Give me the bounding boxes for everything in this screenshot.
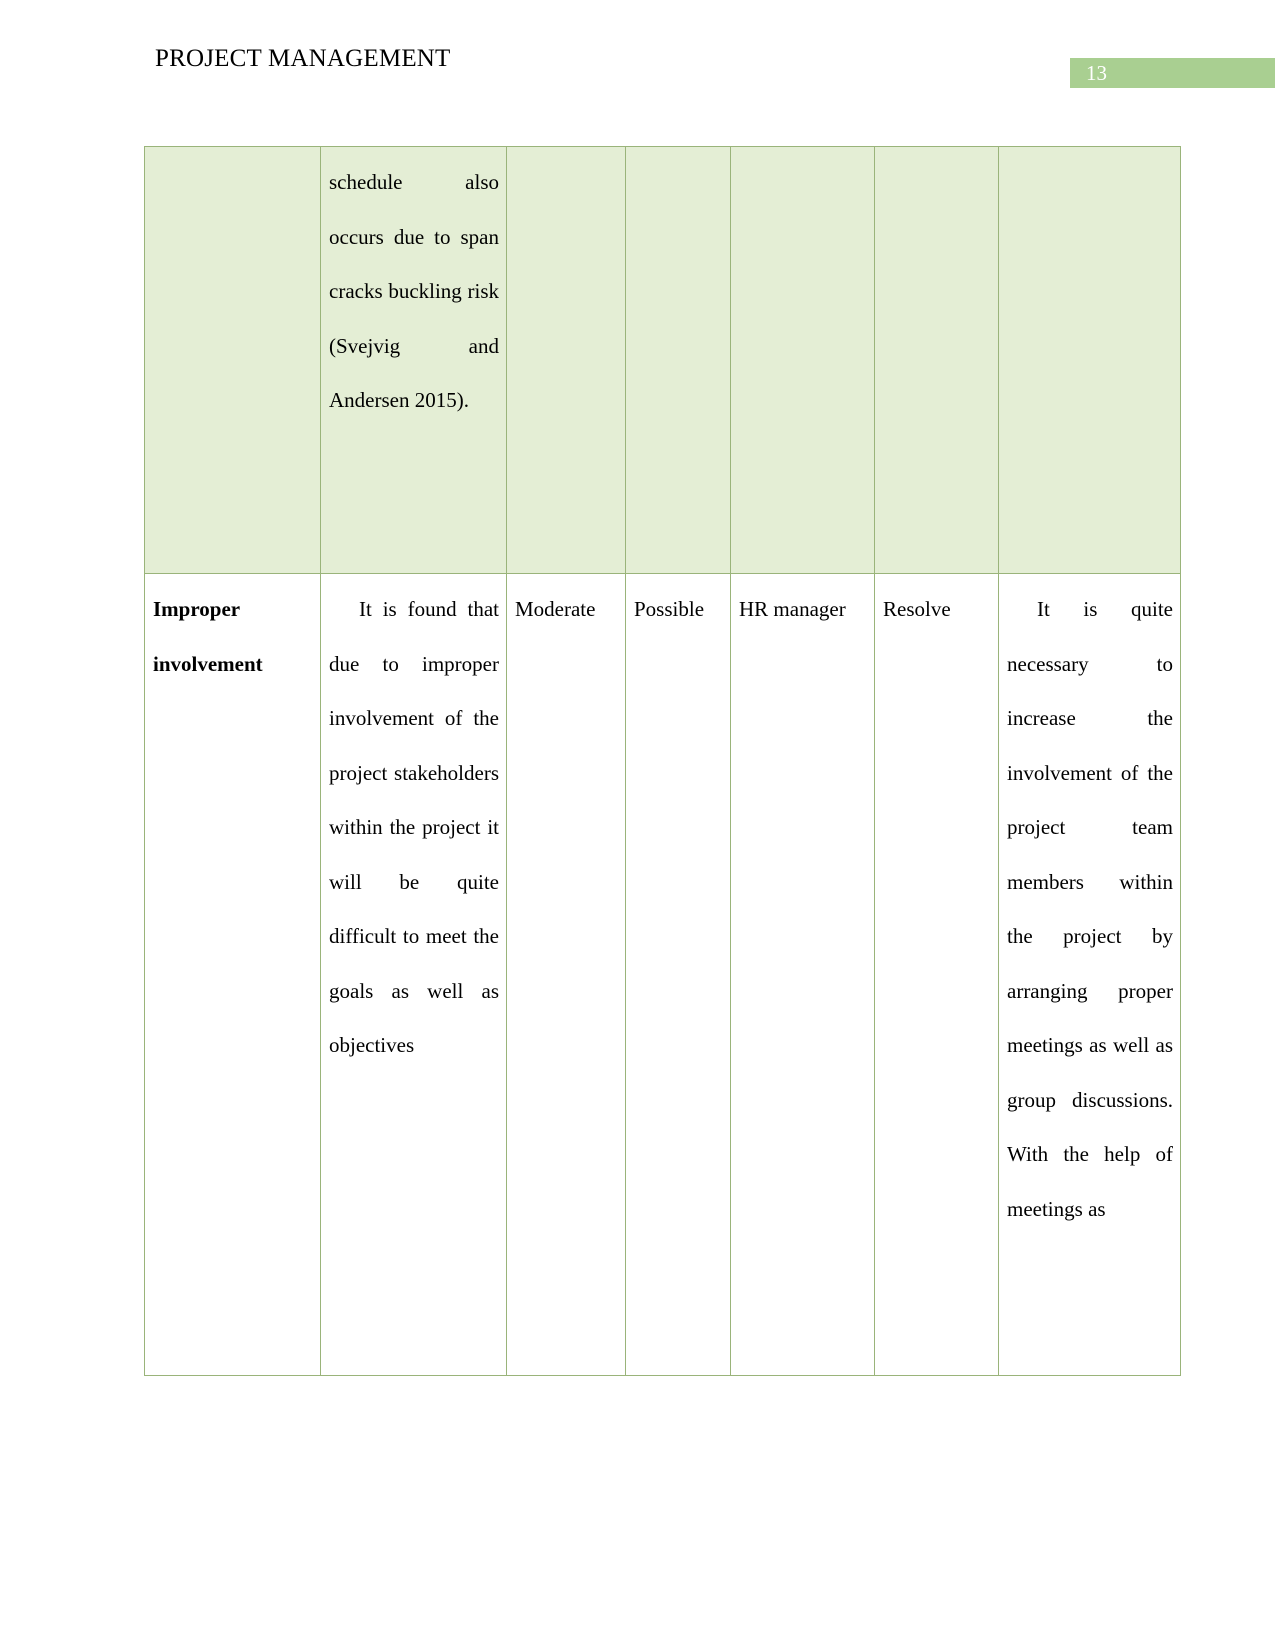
cell-risk-response: [874, 146, 999, 574]
page-header: PROJECT MANAGEMENT 13: [0, 0, 1275, 146]
risk-table-body: schedule also occurs due to span cracks …: [144, 146, 1181, 1376]
table-row-continued: schedule also occurs due to span cracks …: [144, 146, 1181, 574]
cell-risk-likelihood: [625, 146, 731, 574]
cell-risk-description: schedule also occurs due to span cracks …: [320, 146, 507, 574]
cell-risk-name: [144, 146, 321, 574]
cell-risk-owner: [730, 146, 875, 574]
cell-risk-likelihood: Possible: [625, 573, 731, 1376]
page-number-label: 13: [1086, 61, 1107, 85]
risk-register-table: schedule also occurs due to span cracks …: [144, 146, 1181, 1376]
cell-risk-response: Resolve: [874, 573, 999, 1376]
cell-risk-mitigation: It is quite necessary to increase the in…: [998, 573, 1181, 1376]
page-number-badge: 13: [1070, 58, 1275, 88]
cell-risk-mitigation: [998, 146, 1181, 574]
cell-risk-impact: [506, 146, 626, 574]
document-header-title: PROJECT MANAGEMENT: [155, 45, 451, 72]
cell-risk-name: Improper involvement: [144, 573, 321, 1376]
cell-risk-impact: Moderate: [506, 573, 626, 1376]
cell-risk-owner: HR manager: [730, 573, 875, 1376]
cell-risk-description: It is found that due to improper involve…: [320, 573, 507, 1376]
table-row: Improper involvement It is found that du…: [144, 573, 1181, 1376]
